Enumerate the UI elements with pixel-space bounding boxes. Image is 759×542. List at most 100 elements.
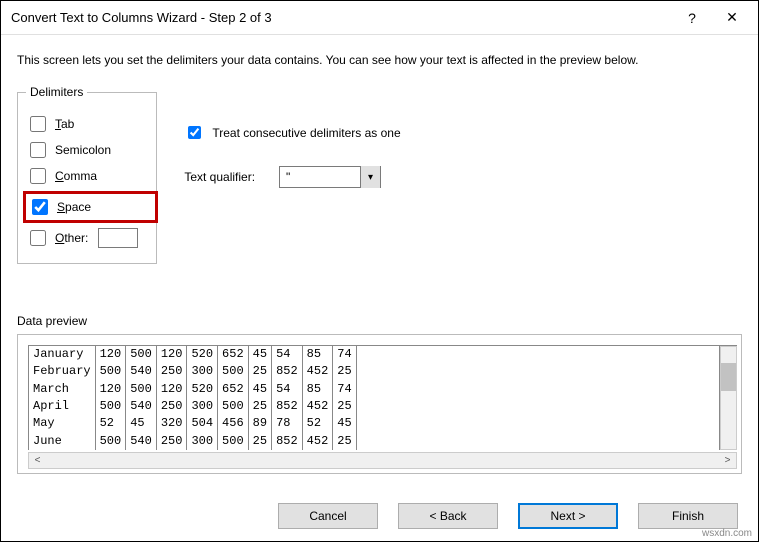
delimiter-space-row: Space <box>23 191 158 223</box>
text-qualifier-value: " <box>280 170 360 184</box>
table-cell: 54 <box>272 381 303 398</box>
cancel-button[interactable]: Cancel <box>278 503 378 529</box>
table-cell: 120 <box>156 346 187 363</box>
delimiter-semicolon-checkbox[interactable] <box>30 142 46 158</box>
table-cell: 120 <box>95 346 126 363</box>
preview-table: January12050012052065245548574February50… <box>29 346 720 450</box>
horizontal-scrollbar[interactable]: < > <box>28 452 737 469</box>
back-button[interactable]: < Back <box>398 503 498 529</box>
delimiter-other-label[interactable]: Other: <box>55 231 88 245</box>
table-cell: 250 <box>156 433 187 450</box>
table-cell: 85 <box>302 346 333 363</box>
table-cell: 45 <box>248 346 271 363</box>
table-cell: 320 <box>156 415 187 432</box>
options-panel: Treat consecutive delimiters as one Text… <box>184 85 400 212</box>
delimiter-other-row: Other: <box>26 227 148 249</box>
scrollbar-thumb[interactable] <box>721 363 736 391</box>
button-bar: Cancel < Back Next > Finish <box>278 503 738 529</box>
delimiter-other-checkbox[interactable] <box>30 230 46 246</box>
delimiters-legend: Delimiters <box>26 85 87 99</box>
table-cell: 500 <box>126 346 157 363</box>
table-cell: 25 <box>248 433 271 450</box>
delimiter-other-input[interactable] <box>98 228 138 248</box>
table-cell: 520 <box>187 381 218 398</box>
preview-section: Data preview January12050012052065245548… <box>17 314 742 474</box>
table-cell: 25 <box>248 363 271 380</box>
scroll-left-icon[interactable]: < <box>29 455 46 466</box>
text-qualifier-dropdown[interactable]: " ▾ <box>279 166 381 188</box>
table-cell: June <box>29 433 95 450</box>
close-button[interactable]: ✕ <box>712 1 752 35</box>
help-button[interactable]: ? <box>672 1 712 35</box>
delimiters-group: Delimiters Tab Semicolon Comma Space Oth… <box>17 85 157 264</box>
table-cell: 25 <box>333 433 356 450</box>
preview-scroll-area: January12050012052065245548574February50… <box>28 345 737 450</box>
delimiter-tab-label[interactable]: Tab <box>55 117 74 131</box>
table-cell: 504 <box>187 415 218 432</box>
table-cell: March <box>29 381 95 398</box>
table-cell: February <box>29 363 95 380</box>
table-cell: 52 <box>302 415 333 432</box>
text-qualifier-label: Text qualifier: <box>184 170 255 184</box>
chevron-down-icon[interactable]: ▾ <box>360 166 380 188</box>
table-row: June5005402503005002585245225 <box>29 433 720 450</box>
table-cell: 520 <box>187 346 218 363</box>
scroll-right-icon[interactable]: > <box>719 455 736 466</box>
next-button[interactable]: Next > <box>518 503 618 529</box>
preview-box: January12050012052065245548574February50… <box>17 334 742 474</box>
treat-consecutive-checkbox[interactable] <box>188 126 201 139</box>
table-cell: 25 <box>248 398 271 415</box>
table-cell: 300 <box>187 398 218 415</box>
table-cell: 250 <box>156 363 187 380</box>
preview-legend: Data preview <box>17 314 742 328</box>
table-cell: 652 <box>218 346 249 363</box>
titlebar: Convert Text to Columns Wizard - Step 2 … <box>1 1 758 35</box>
table-cell: 74 <box>333 381 356 398</box>
table-cell: 45 <box>126 415 157 432</box>
treat-consecutive-row: Treat consecutive delimiters as one <box>184 123 400 142</box>
table-cell: 54 <box>272 346 303 363</box>
description-text: This screen lets you set the delimiters … <box>17 53 742 67</box>
table-row: April5005402503005002585245225 <box>29 398 720 415</box>
delimiter-space-checkbox[interactable] <box>32 199 48 215</box>
table-cell: 89 <box>248 415 271 432</box>
table-cell: 45 <box>248 381 271 398</box>
treat-consecutive-label[interactable]: Treat consecutive delimiters as one <box>212 126 400 140</box>
table-cell: May <box>29 415 95 432</box>
delimiter-comma-label[interactable]: Comma <box>55 169 97 183</box>
table-cell: 540 <box>126 363 157 380</box>
table-cell: 78 <box>272 415 303 432</box>
table-cell: 452 <box>302 363 333 380</box>
table-cell: 500 <box>126 381 157 398</box>
table-cell: 452 <box>302 433 333 450</box>
table-cell: 45 <box>333 415 356 432</box>
table-row: January12050012052065245548574 <box>29 346 720 363</box>
text-qualifier-row: Text qualifier: " ▾ <box>184 166 400 188</box>
table-cell: 250 <box>156 398 187 415</box>
table-cell: 120 <box>156 381 187 398</box>
table-cell: 852 <box>272 363 303 380</box>
table-cell: 500 <box>95 363 126 380</box>
table-cell: 500 <box>218 433 249 450</box>
table-cell: 500 <box>218 398 249 415</box>
delimiter-tab-row: Tab <box>26 113 148 135</box>
table-cell: 540 <box>126 398 157 415</box>
table-cell: January <box>29 346 95 363</box>
delimiter-tab-checkbox[interactable] <box>30 116 46 132</box>
delimiter-semicolon-label[interactable]: Semicolon <box>55 143 111 157</box>
table-cell: 500 <box>95 433 126 450</box>
table-row: February5005402503005002585245225 <box>29 363 720 380</box>
table-cell: 852 <box>272 398 303 415</box>
table-cell: 25 <box>333 398 356 415</box>
window-title: Convert Text to Columns Wizard - Step 2 … <box>11 10 672 25</box>
table-row: May524532050445689785245 <box>29 415 720 432</box>
delimiter-comma-row: Comma <box>26 165 148 187</box>
delimiter-space-label[interactable]: Space <box>57 200 91 214</box>
finish-button[interactable]: Finish <box>638 503 738 529</box>
table-cell: 300 <box>187 363 218 380</box>
table-cell: 120 <box>95 381 126 398</box>
delimiter-comma-checkbox[interactable] <box>30 168 46 184</box>
content-area: This screen lets you set the delimiters … <box>1 35 758 484</box>
vertical-scrollbar[interactable] <box>720 346 737 450</box>
table-cell: April <box>29 398 95 415</box>
